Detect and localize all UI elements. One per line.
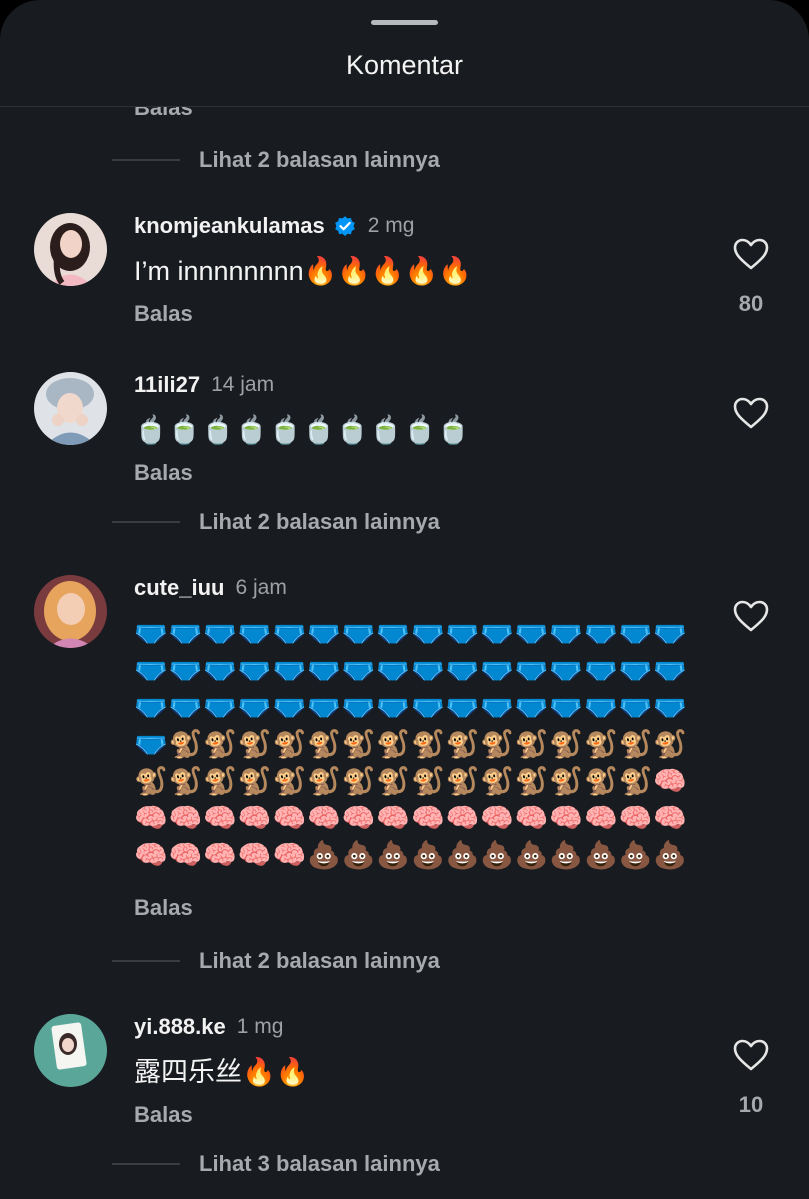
comment-text: 🍵🍵🍵🍵🍵🍵🍵🍵🍵🍵 — [134, 415, 471, 445]
view-more-replies[interactable]: Lihat 2 balasan lainnya — [112, 507, 440, 537]
comment-time: 14 jam — [211, 373, 275, 396]
username[interactable]: knomjeankulamas — [134, 213, 325, 239]
replies-line — [112, 521, 180, 523]
reply-button[interactable]: Balas — [134, 301, 193, 327]
heart-outline-icon — [733, 1039, 769, 1071]
comment-meta: knomjeankulamas 2 mg — [134, 213, 414, 239]
replies-line — [112, 960, 180, 962]
like-count: 80 — [738, 291, 764, 316]
view-more-replies[interactable]: Lihat 3 balasan lainnya — [112, 1149, 440, 1179]
username[interactable]: yi.888.ke — [134, 1014, 226, 1040]
username[interactable]: 11ili27 — [134, 372, 200, 398]
reply-button[interactable]: Balas — [134, 107, 193, 121]
username[interactable]: cute_iuu — [134, 575, 224, 601]
like-button[interactable] — [732, 237, 770, 271]
comment-meta: yi.888.ke 1 mg — [134, 1014, 283, 1040]
like-button[interactable] — [732, 396, 770, 430]
view-more-replies[interactable]: Lihat 2 balasan lainnya — [112, 946, 440, 976]
comment-meta: cute_iuu 6 jam — [134, 575, 287, 601]
like-button[interactable] — [732, 1038, 770, 1072]
verified-badge-icon — [333, 214, 357, 238]
view-more-replies-label: Lihat 3 balasan lainnya — [199, 1151, 440, 1176]
avatar[interactable] — [34, 1014, 107, 1087]
like-count: 10 — [738, 1092, 764, 1117]
comment-time: 6 jam — [235, 576, 287, 599]
comments-list[interactable]: Balas Lihat 2 balasan lainnya knomjeanku… — [0, 107, 809, 1199]
drag-handle[interactable] — [371, 20, 438, 25]
comment-text: I’m innnnnnnn🔥🔥🔥🔥🔥 — [134, 256, 472, 286]
like-button[interactable] — [732, 599, 770, 633]
reply-button[interactable]: Balas — [134, 460, 193, 486]
avatar[interactable] — [34, 213, 107, 286]
comment-time: 1 mg — [236, 1015, 284, 1038]
heart-outline-icon — [733, 600, 769, 632]
heart-outline-icon — [733, 397, 769, 429]
comment-text: 🩲🩲🩲🩲🩲🩲🩲🩲🩲🩲🩲🩲🩲🩲🩲🩲🩲🩲🩲🩲🩲🩲🩲🩲🩲🩲🩲🩲🩲🩲🩲🩲🩲🩲🩲🩲🩲🩲🩲🩲… — [134, 618, 688, 870]
reply-button[interactable]: Balas — [134, 1102, 193, 1128]
replies-line — [112, 159, 180, 161]
avatar[interactable] — [34, 372, 107, 445]
reply-button[interactable]: Balas — [134, 895, 193, 921]
comments-sheet: Komentar Balas Lihat 2 balasan lainnya k… — [0, 0, 809, 1199]
avatar[interactable] — [34, 575, 107, 648]
view-more-replies[interactable]: Lihat 2 balasan lainnya — [112, 145, 440, 175]
sheet-title: Komentar — [345, 50, 464, 80]
comment-time: 2 mg — [367, 214, 415, 237]
heart-outline-icon — [733, 238, 769, 270]
view-more-replies-label: Lihat 2 balasan lainnya — [199, 147, 440, 172]
view-more-replies-label: Lihat 2 balasan lainnya — [199, 948, 440, 973]
view-more-replies-label: Lihat 2 balasan lainnya — [199, 509, 440, 534]
replies-line — [112, 1163, 180, 1165]
comment-text: 露四乐丝🔥🔥 — [134, 1057, 310, 1087]
comment-meta: 11ili27 14 jam — [134, 372, 274, 398]
